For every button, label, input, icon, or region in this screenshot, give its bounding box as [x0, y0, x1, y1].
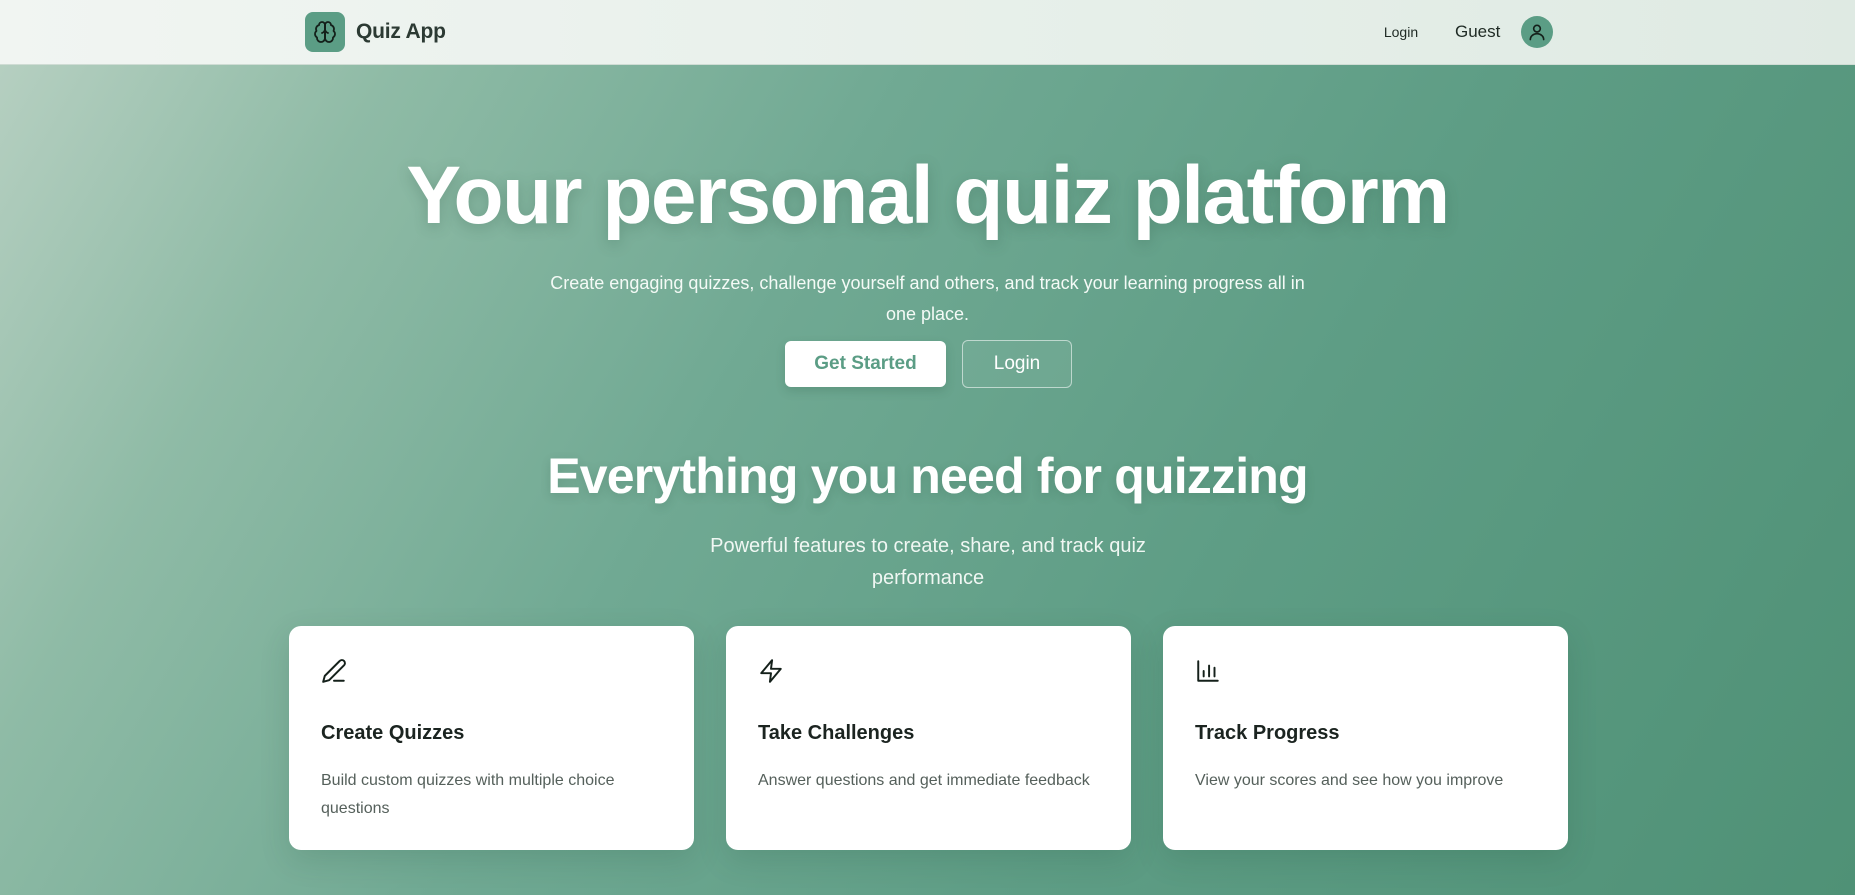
- user-icon: [1529, 24, 1545, 41]
- feature-card-title: Take Challenges: [758, 722, 915, 744]
- feature-card-track-progress: Track Progress View your scores and see …: [1163, 626, 1568, 850]
- top-navbar: Quiz App Login Guest: [0, 0, 1855, 65]
- feature-card-description: View your scores and see how you improve: [1195, 772, 1504, 789]
- feature-card-create-quizzes: Create Quizzes Build custom quizzes with…: [289, 626, 694, 850]
- hero-title: Your personal quiz platform: [406, 150, 1450, 241]
- user-avatar-button[interactable]: [1521, 16, 1553, 48]
- lightning-icon: [760, 659, 782, 683]
- hero-subtitle: Create engaging quizzes, challenge yours…: [550, 273, 1305, 324]
- nav-login-link[interactable]: Login: [1370, 20, 1432, 44]
- feature-card-description: Build custom quizzes with multiple choic…: [321, 772, 615, 817]
- features-subtitle: Powerful features to create, share, and …: [710, 535, 1146, 589]
- brain-icon: [305, 12, 345, 52]
- brand-link[interactable]: Quiz App: [305, 12, 446, 52]
- feature-card-take-challenges: Take Challenges Answer questions and get…: [726, 626, 1131, 850]
- features-title: Everything you need for quizzing: [547, 448, 1308, 504]
- feature-card-title: Track Progress: [1195, 722, 1340, 744]
- hero-login-button[interactable]: Login: [962, 340, 1072, 388]
- feature-card-title: Create Quizzes: [321, 722, 465, 744]
- get-started-button[interactable]: Get Started: [785, 341, 946, 387]
- brand-name: Quiz App: [356, 20, 446, 43]
- feature-card-description: Answer questions and get immediate feedb…: [758, 772, 1090, 789]
- pencil-icon: [322, 659, 346, 683]
- bar-chart-icon: [1197, 660, 1219, 682]
- user-name-label: Guest: [1455, 22, 1501, 41]
